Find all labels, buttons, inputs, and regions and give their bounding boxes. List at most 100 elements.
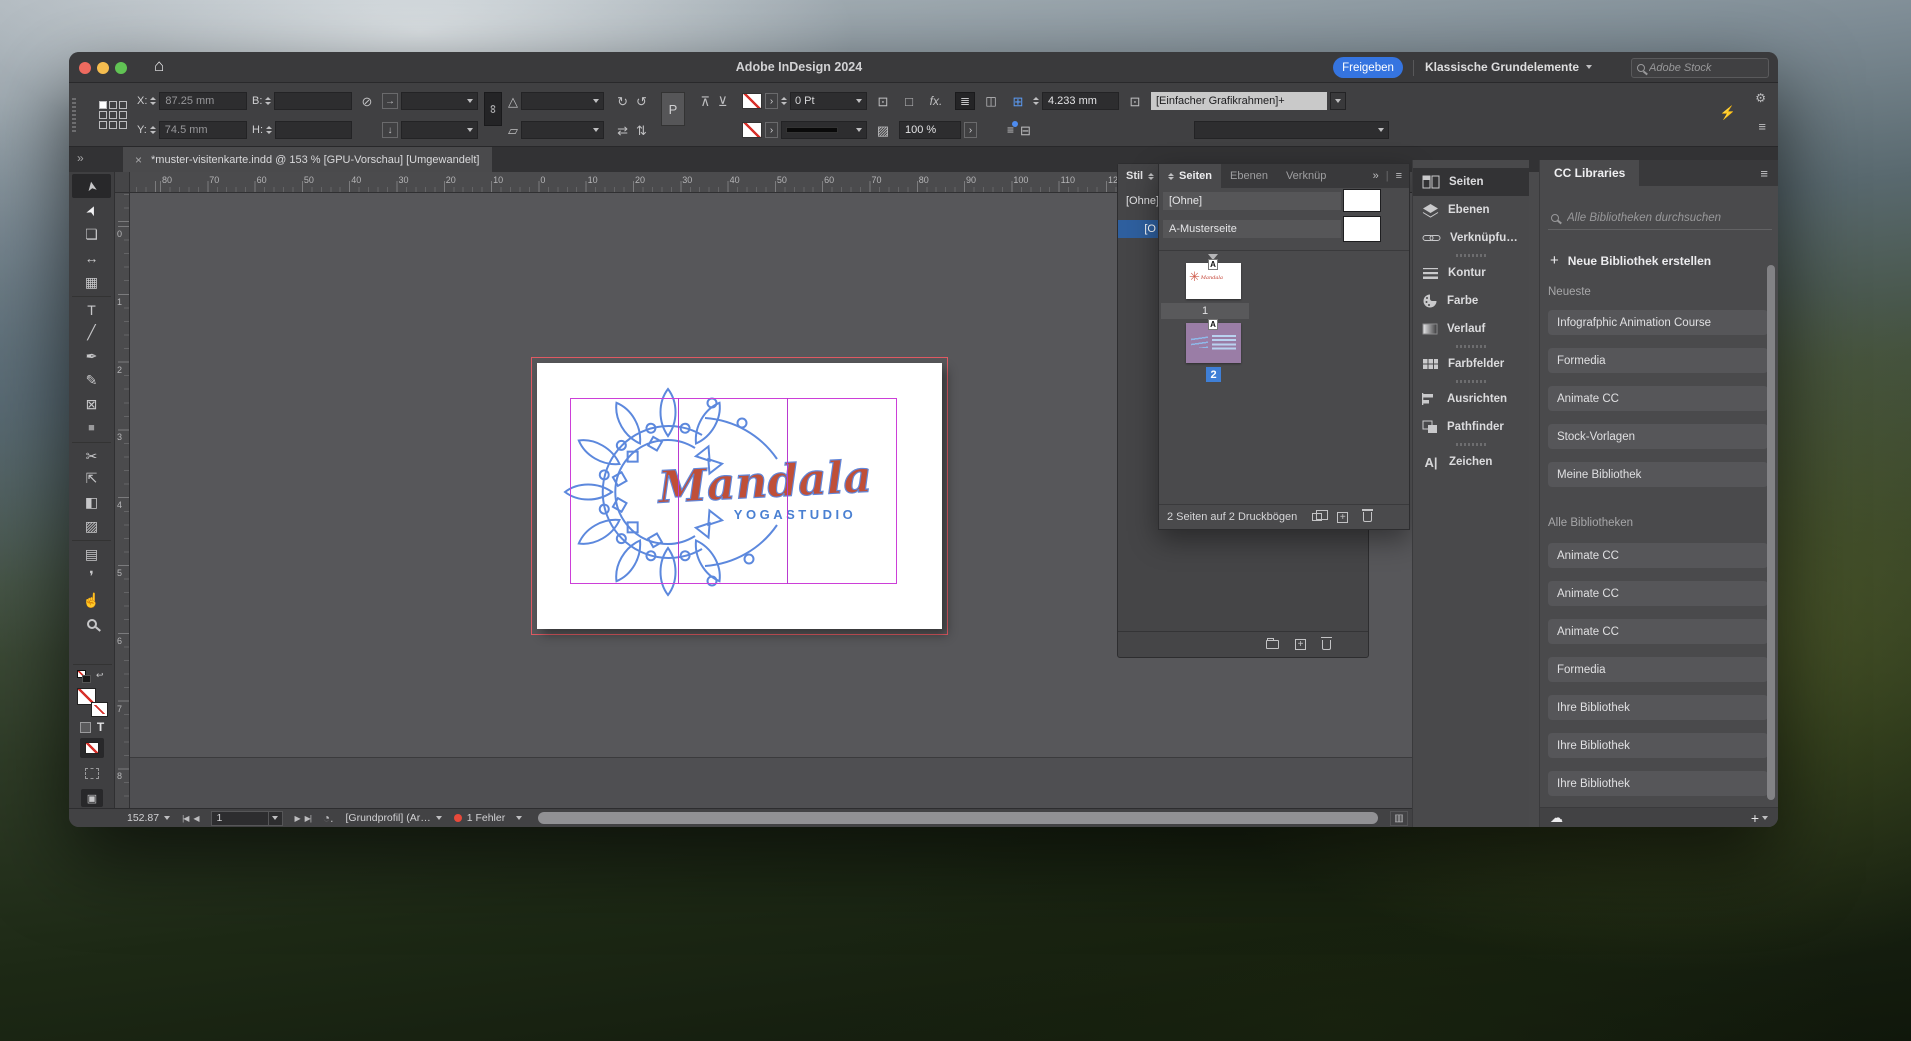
stroke-weight-stepper[interactable] [781, 97, 787, 105]
horizontal-scrollbar[interactable] [538, 812, 1378, 824]
opacity-flyout-icon[interactable]: › [964, 122, 977, 138]
content-collector-tool[interactable]: ▦ [72, 270, 111, 294]
scissors-tool[interactable]: ✂ [72, 442, 111, 466]
gap-tool[interactable]: ↔ [72, 246, 111, 270]
gap-field[interactable]: 4.233 mm [1042, 92, 1119, 110]
dock-item-kontur[interactable]: Kontur [1413, 259, 1529, 287]
vertical-ruler[interactable]: 012345678 [115, 193, 130, 808]
selection-tool[interactable]: ➤ [72, 174, 111, 198]
height-field[interactable] [275, 121, 352, 139]
zoom-tool[interactable] [72, 612, 111, 636]
document-page[interactable]: Mandala YOGASTUDIO [537, 363, 942, 629]
gear-icon[interactable]: ⚙ [1755, 91, 1766, 105]
error-status[interactable]: 1 Fehler [454, 812, 523, 824]
last-page-button[interactable]: ▶| [305, 814, 311, 823]
x-stepper[interactable] [150, 97, 156, 105]
preflight-icon[interactable]: ◔. [323, 811, 334, 825]
free-transform-tool[interactable]: ⇱ [72, 466, 111, 490]
dock-drag-handle[interactable] [1456, 380, 1486, 383]
cc-search-input[interactable] [1567, 212, 1757, 224]
fill-color-swatch[interactable] [742, 122, 762, 138]
corner-options-icon[interactable]: ⊡ [878, 95, 889, 108]
scale-y-dropdown[interactable] [401, 121, 478, 139]
library-item[interactable]: Stock-Vorlagen [1548, 424, 1768, 449]
library-item[interactable]: Animate CC [1548, 581, 1768, 606]
stock-search-input[interactable] [1649, 62, 1749, 74]
frame-tool[interactable]: ⊠ [72, 392, 111, 416]
style-override-dropdown[interactable] [1194, 121, 1389, 139]
hand-tool[interactable]: ☝ [72, 588, 111, 612]
cloud-sync-icon[interactable]: ☁ [1550, 810, 1563, 826]
master-row-none[interactable]: [Ohne] [1163, 192, 1341, 210]
fill-stroke-swatches[interactable] [77, 688, 107, 716]
dock-drag-handle[interactable] [1456, 254, 1486, 257]
page-number-field[interactable]: 1 [211, 811, 283, 826]
delete-page-icon[interactable] [1363, 512, 1372, 522]
tab-verknuepfungen[interactable]: Verknüp [1277, 164, 1335, 188]
dock-item-ausrichten[interactable]: Ausrichten [1413, 385, 1529, 413]
apply-none-button[interactable] [80, 738, 104, 758]
wrap-around-button[interactable]: ◫ [981, 92, 1001, 110]
dock-item-zeichen[interactable]: A| Zeichen [1413, 448, 1529, 476]
first-page-button[interactable]: |◀ [182, 814, 188, 823]
pencil-tool[interactable]: ✎ [72, 368, 111, 392]
tab-seiten[interactable]: Seiten [1159, 164, 1221, 188]
select-content-icon[interactable]: ⊻ [718, 95, 728, 108]
library-item[interactable]: Infografphic Animation Course [1548, 310, 1768, 335]
scale-x-dropdown[interactable] [401, 92, 478, 110]
object-style-caret[interactable] [1330, 92, 1346, 110]
stroke-flyout-icon[interactable]: › [765, 93, 778, 109]
library-item[interactable]: Formedia [1548, 348, 1768, 373]
y-stepper[interactable] [150, 126, 156, 134]
apply-style-icon[interactable] [85, 768, 99, 779]
format-container-button[interactable] [80, 722, 91, 733]
rotate-cw-icon[interactable]: ↻ [617, 95, 628, 108]
tab-ebenen[interactable]: Ebenen [1221, 164, 1277, 188]
panel-menu-icon[interactable]: ≡ [1760, 166, 1778, 181]
create-library-button[interactable]: + Neue Bibliothek erstellen [1550, 252, 1711, 269]
frame-fitting-icon[interactable]: ⊡ [1130, 95, 1141, 108]
drop-shadow-icon[interactable]: ⊟ [1020, 124, 1031, 137]
default-fill-stroke-icon[interactable]: ↩ [77, 670, 95, 684]
tab-stil[interactable]: Stil [1118, 164, 1162, 188]
rotate-ccw-icon[interactable]: ↺ [636, 95, 647, 108]
expand-panels-icon[interactable]: » [77, 151, 84, 165]
master-thumbnail[interactable] [1343, 189, 1381, 212]
library-item[interactable]: Formedia [1548, 657, 1768, 682]
fill-flyout-icon[interactable]: › [765, 122, 778, 138]
library-item[interactable]: Meine Bibliothek [1548, 462, 1768, 487]
gradient-tool[interactable]: ◧ [72, 490, 111, 514]
panel-drag-handle[interactable] [72, 98, 76, 132]
width-stepper[interactable] [265, 97, 271, 105]
stroke-color-swatch[interactable] [742, 93, 762, 109]
dock-item-ebenen[interactable]: Ebenen [1413, 196, 1529, 224]
line-tool[interactable]: ╱ [72, 320, 111, 344]
zoom-level-dropdown[interactable]: 152.87 [127, 812, 170, 824]
dock-item-farbfelder[interactable]: Farbfelder [1413, 350, 1529, 378]
y-field[interactable]: 74.5 mm [159, 121, 247, 139]
dock-drag-handle[interactable] [1456, 443, 1486, 446]
library-item[interactable]: Ihre Bibliothek [1548, 771, 1768, 796]
cc-scrollbar[interactable] [1767, 265, 1775, 800]
library-item[interactable]: Ihre Bibliothek [1548, 695, 1768, 720]
library-item[interactable]: Animate CC [1548, 619, 1768, 644]
new-group-icon[interactable] [1266, 640, 1279, 649]
library-item[interactable]: Animate CC [1548, 543, 1768, 568]
page-1-label[interactable]: 1 [1161, 303, 1249, 319]
add-element-button[interactable]: + [1751, 810, 1768, 826]
new-style-icon[interactable] [1295, 639, 1306, 650]
ruler-origin-corner[interactable] [115, 172, 130, 193]
stroke-weight-dropdown[interactable]: 0 Pt [790, 92, 867, 110]
style-row[interactable]: [Ohne] [1121, 192, 1159, 210]
library-item[interactable]: Ihre Bibliothek [1548, 733, 1768, 758]
stroke-style-dropdown[interactable] [781, 121, 867, 139]
cc-search-field[interactable] [1548, 206, 1772, 230]
style-row-selected[interactable]: [O [1118, 220, 1159, 238]
reference-point-proxy[interactable] [99, 101, 127, 129]
dock-item-seiten[interactable]: Seiten [1413, 168, 1529, 196]
stroke-swatch[interactable] [92, 703, 107, 716]
next-page-button[interactable]: ▶ [295, 814, 300, 823]
page-2-label-selected[interactable]: 2 [1206, 367, 1221, 382]
format-text-button[interactable]: T [97, 720, 104, 734]
select-container-icon[interactable]: ⊼ [700, 95, 710, 108]
